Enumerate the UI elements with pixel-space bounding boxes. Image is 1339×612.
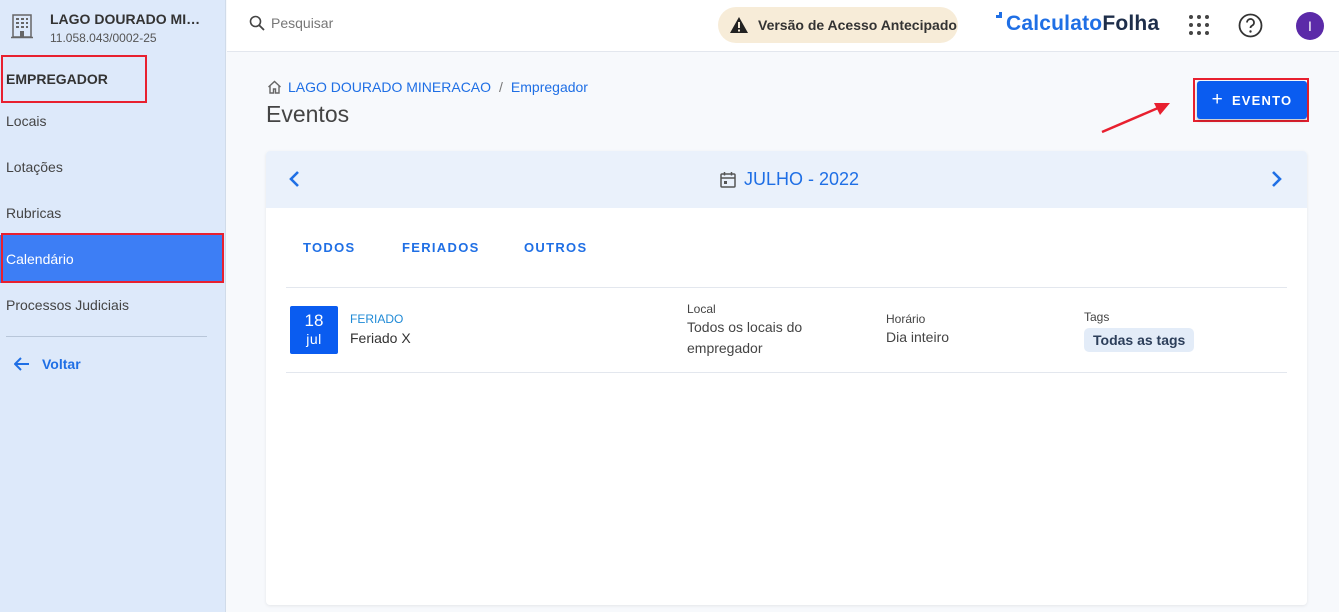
sidebar-divider (6, 336, 207, 337)
logo-mark-icon (996, 12, 1002, 18)
breadcrumb-separator: / (499, 79, 503, 95)
user-avatar[interactable]: I (1296, 12, 1324, 40)
evento-button-label: EVENTO (1231, 92, 1293, 108)
sidebar: LAGO DOURADO MINERACAO 11.058.043/0002-2… (0, 0, 226, 612)
calculatofolha-logo[interactable]: CalculatoFolha (996, 12, 1160, 36)
month-navigator: JULHO - 2022 (266, 151, 1307, 208)
arrow-left-icon (14, 357, 29, 371)
breadcrumb-company[interactable]: LAGO DOURADO MINERACAO (288, 79, 491, 95)
sidebar-item-locais[interactable]: Locais (0, 97, 224, 145)
company-name: LAGO DOURADO MINERACAO (50, 11, 205, 27)
list-divider-bottom (286, 372, 1287, 373)
sidebar-item-lotacoes[interactable]: Lotações (0, 143, 224, 191)
company-header[interactable]: LAGO DOURADO MINERACAO 11.058.043/0002-2… (0, 0, 226, 52)
search-placeholder: Pesquisar (271, 15, 334, 31)
breadcrumb-current[interactable]: Empregador (511, 79, 588, 95)
local-value-line1: Todos os locais do (687, 319, 803, 335)
back-label: Voltar (42, 356, 81, 372)
event-month: jul (306, 331, 322, 347)
back-button[interactable]: Voltar (14, 356, 81, 372)
events-card: JULHO - 2022 TODOS FERIADOS OUTROS 18 ju… (266, 151, 1307, 605)
logo-text-calculato: Calculato (1006, 12, 1103, 35)
month-label: JULHO - 2022 (744, 169, 860, 189)
event-type: FERIADO (350, 312, 404, 326)
event-date-box: 18 jul (290, 306, 338, 354)
local-label: Local (687, 302, 716, 316)
list-divider-top (286, 287, 1287, 288)
event-name: Feriado X (350, 330, 411, 346)
top-bar: Pesquisar Versão de Acesso Antecipado Ca… (227, 0, 1339, 52)
plus-icon: + (1211, 89, 1224, 110)
search-field[interactable]: Pesquisar (249, 15, 333, 31)
company-cnpj: 11.058.043/0002-25 (50, 31, 157, 45)
sidebar-item-rubricas[interactable]: Rubricas (0, 189, 224, 237)
tag-chip: Todas as tags (1084, 328, 1195, 352)
current-month: JULHO - 2022 (719, 169, 859, 190)
time-label: Horário (886, 312, 926, 326)
chevron-right-icon[interactable] (1264, 167, 1288, 191)
page-title: Eventos (266, 101, 350, 127)
sidebar-item-processos-judiciais[interactable]: Processos Judiciais (0, 281, 224, 329)
tags-label: Tags (1084, 310, 1110, 324)
time-value: Dia inteiro (886, 329, 950, 345)
tab-outros[interactable]: OUTROS (524, 240, 587, 255)
search-icon (249, 15, 265, 31)
section-title: EMPREGADOR (6, 71, 108, 87)
add-evento-button[interactable]: + EVENTO (1197, 81, 1307, 119)
sidebar-item-calendario[interactable]: Calendário (0, 235, 224, 283)
help-icon[interactable] (1238, 13, 1263, 38)
early-access-badge: Versão de Acesso Antecipado (718, 7, 958, 43)
building-icon (11, 14, 33, 39)
logo-text-folha: Folha (1102, 12, 1160, 35)
badge-label: Versão de Acesso Antecipado (758, 17, 957, 33)
breadcrumb: LAGO DOURADO MINERACAO / Empregador (267, 79, 588, 95)
local-value-line2: empregador (687, 340, 763, 356)
apps-grid-icon[interactable] (1188, 14, 1210, 36)
home-icon[interactable] (267, 80, 282, 94)
chevron-left-icon[interactable] (283, 167, 307, 191)
calendar-icon (720, 171, 736, 188)
warning-icon (730, 17, 748, 33)
tab-todos[interactable]: TODOS (303, 240, 356, 255)
event-day: 18 (304, 311, 324, 330)
annotation-arrow (1101, 103, 1170, 134)
tab-feriados[interactable]: FERIADOS (402, 240, 480, 255)
